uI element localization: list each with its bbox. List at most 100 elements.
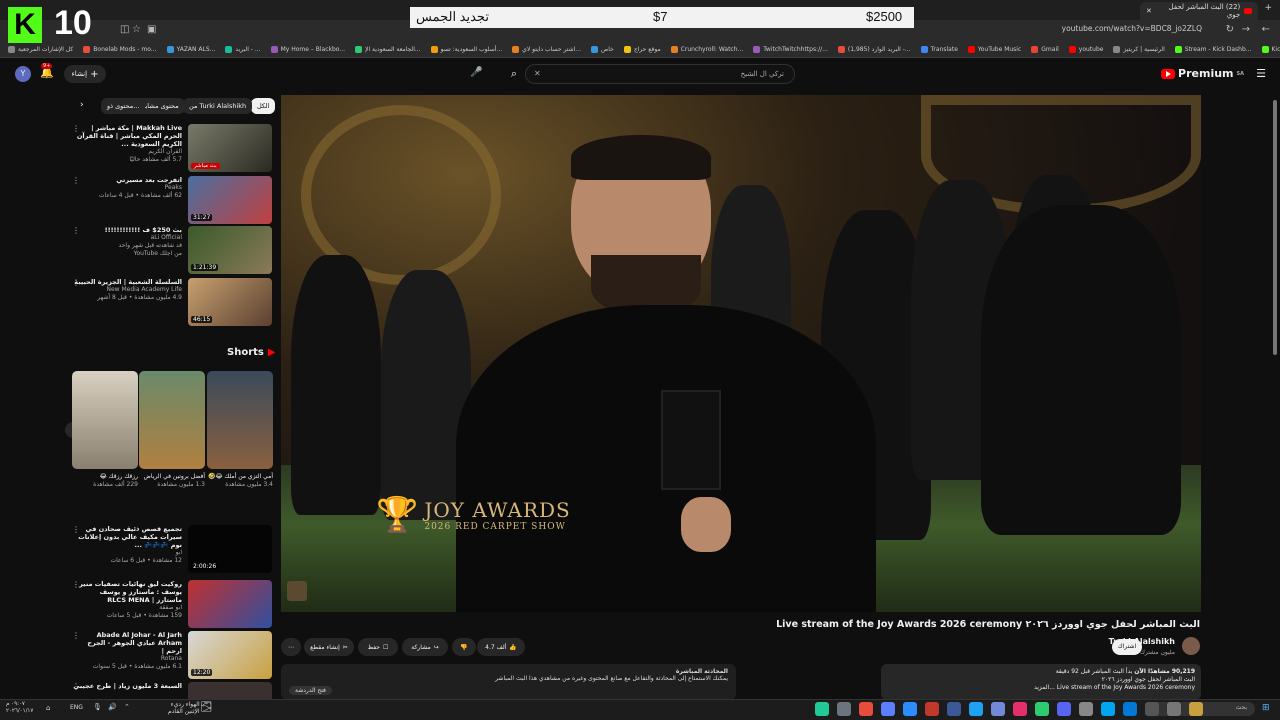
recommended-video[interactable]: بث مباشر Makkah Live | مكة مباشر | الحرم… <box>72 124 272 172</box>
more-options-icon[interactable]: ⋮ <box>72 580 80 589</box>
taskbar-app-icon[interactable] <box>925 702 939 716</box>
taskbar-app-icon[interactable] <box>1167 702 1181 716</box>
youtube-premium-logo[interactable]: Premium SA <box>1161 67 1244 80</box>
taskbar-app-icon[interactable] <box>1145 702 1159 716</box>
chip-similar[interactable]: محتوى ذو... <box>101 98 146 114</box>
bookmark-item[interactable]: TwitchTwitchhttps://... <box>753 46 828 53</box>
taskbar-app-icon[interactable] <box>1035 702 1049 716</box>
more-options-icon[interactable]: ⋮ <box>72 682 80 691</box>
open-chat-button[interactable]: فتح الدردشة <box>289 686 332 695</box>
taskbar-app-icon[interactable] <box>991 702 1005 716</box>
mic-tray-icon[interactable]: 🎙 <box>93 703 102 711</box>
bookmark-item[interactable]: موقع حراج <box>623 46 661 53</box>
channel-watermark-icon[interactable] <box>287 581 307 601</box>
taskbar-app-icon[interactable] <box>903 702 917 716</box>
bookmark-item[interactable]: (1,985) البريد الوارد -... <box>837 46 911 53</box>
subscribe-button[interactable]: اشتراك <box>1112 639 1142 655</box>
page-scrollbar[interactable] <box>1273 100 1277 355</box>
reload-icon[interactable]: ↻ <box>1226 24 1234 35</box>
recommended-video[interactable]: 12:20 Abade Al Johar - Al Jarh Arham عبا… <box>72 631 272 679</box>
bookmark-item[interactable]: Crunchyroll: Watch... <box>670 46 743 53</box>
taskbar-app-icon[interactable] <box>947 702 961 716</box>
tray-expand-icon[interactable]: ⌃ <box>124 703 130 711</box>
chips-next-icon[interactable]: › <box>80 100 84 110</box>
taskbar-app-icon[interactable] <box>1079 702 1093 716</box>
like-button[interactable]: 4.7 ألف 👍 <box>477 638 525 656</box>
search-icon[interactable]: ⌕ <box>504 64 524 84</box>
new-tab-button[interactable]: + <box>1264 3 1272 13</box>
more-options-icon[interactable]: ⋮ <box>72 176 80 185</box>
forward-icon[interactable]: → <box>1242 24 1250 35</box>
short-thumbnail[interactable] <box>207 371 273 469</box>
weather-widget[interactable]: الهواء رديء الإثنين القادم <box>168 701 200 715</box>
taskbar-app-icon[interactable] <box>1101 702 1115 716</box>
description-box[interactable]: 90,219 مشاهدًا الآن بدأ البث المباشر قبل… <box>881 664 1201 700</box>
bookmark-item[interactable]: البريد - ... <box>225 46 261 53</box>
bookmark-item[interactable]: youtube <box>1068 46 1103 53</box>
share-button[interactable]: مشاركة ↪ <box>402 638 448 656</box>
taskbar-app-icon[interactable] <box>1189 702 1203 716</box>
taskbar-app-icon[interactable] <box>859 702 873 716</box>
chip-from-channel[interactable]: من Turki Alalshikh <box>183 98 253 114</box>
bookmark-item[interactable]: Bonelab Mods - mo... <box>83 46 157 53</box>
bookmark-item[interactable]: كل الإشارات المرجعية <box>8 46 73 53</box>
bookmark-item[interactable]: الجامعة السعودية الإ... <box>355 46 421 53</box>
screen-icon[interactable]: ▣ <box>147 24 156 35</box>
bookmark-item[interactable]: Translate <box>920 46 958 53</box>
menu-icon[interactable]: ☰ <box>1256 67 1266 80</box>
more-actions-button[interactable]: ⋯ <box>281 638 301 656</box>
microphone-icon[interactable]: 🎤 <box>470 67 482 78</box>
clip-button[interactable]: إنشاء مقطع ✂ <box>304 638 354 656</box>
avatar[interactable]: Y <box>15 66 31 82</box>
speaker-icon[interactable]: 🔊 <box>108 703 117 711</box>
browser-tab-active[interactable]: (22) البث المباشر لحفل جوي ✕ <box>1140 2 1258 20</box>
bookmark-item[interactable]: YouTube Music <box>967 46 1021 53</box>
bookmark-item[interactable]: My Home – Blackbo... <box>270 46 345 53</box>
save-button[interactable]: حفظ ☐ <box>358 638 398 656</box>
language-indicator[interactable]: ENG <box>70 704 83 711</box>
bookmark-star-icon[interactable]: ☆ <box>132 24 141 35</box>
chip-all[interactable]: الكل <box>251 98 276 114</box>
more-options-icon[interactable]: ⋮ <box>72 525 80 534</box>
video-player[interactable]: 🏆 JOY AWARDS 2026 RED CARPET SHOW <box>281 95 1201 612</box>
clear-search-icon[interactable]: ✕ <box>534 69 541 78</box>
more-options-icon[interactable]: ⋮ <box>72 124 80 133</box>
short-thumbnail[interactable] <box>72 371 138 469</box>
bookmark-item[interactable]: Gmail <box>1031 46 1059 53</box>
taskbar-app-icon[interactable] <box>815 702 829 716</box>
recommended-video[interactable]: 1:21:39 بث 250$ ف !!!!!!!!!!!! aLi Offici… <box>72 226 272 274</box>
bookmark-item[interactable]: Stream - Kick Dashb... <box>1174 46 1252 53</box>
more-options-icon[interactable]: ⋮ <box>72 278 80 287</box>
extension-icon[interactable]: ◫ <box>120 24 129 35</box>
short-thumbnail[interactable] <box>139 371 205 469</box>
dislike-button[interactable]: 👎 <box>452 638 476 656</box>
bookmark-item[interactable]: YAZAN ALS... <box>166 46 215 53</box>
channel-avatar[interactable] <box>1182 637 1200 655</box>
taskbar-app-icon[interactable] <box>1013 702 1027 716</box>
search-input[interactable]: تركي ال الشيخ ✕ <box>525 64 795 84</box>
url-field[interactable]: youtube.com/watch?v=BDC8_jo2ZLQ <box>1062 24 1202 33</box>
taskbar-app-icon[interactable] <box>837 702 851 716</box>
bookmark-item[interactable]: أسلوب السعودية: تسو... <box>430 46 502 53</box>
taskbar-app-icon[interactable] <box>1057 702 1071 716</box>
taskbar-app-icon[interactable] <box>1123 702 1137 716</box>
recommended-video[interactable]: روكيت ليق نهائيات تصفيات منير يوسف : ماس… <box>72 580 272 628</box>
more-options-icon[interactable]: ⋮ <box>72 226 80 235</box>
recommended-video[interactable]: 31:27 اتفرجت بعد مسيرتي Peaks 62 ألف مشاهد… <box>72 176 272 224</box>
create-button[interactable]: إنشاء + <box>64 65 106 83</box>
recommended-video[interactable]: السبعة 3 مليون زياد | طرح عجيبي ⋮ <box>72 682 272 699</box>
recommended-video[interactable]: 46:15 السلسلة الشعبية | الجزيرة الحبيبة N… <box>72 278 272 326</box>
back-icon[interactable]: ← <box>1262 24 1270 35</box>
taskbar-app-icon[interactable] <box>881 702 895 716</box>
bookmark-item[interactable]: خاص <box>591 46 614 53</box>
more-options-icon[interactable]: ⋮ <box>72 631 80 640</box>
bookmark-item[interactable]: الرئيسية | كريتيز <box>1113 46 1165 53</box>
windows-start-icon[interactable]: ⊞ <box>1262 703 1270 713</box>
bookmark-item[interactable]: Kick <box>1261 46 1280 53</box>
notification-icon[interactable]: ⌂ <box>46 704 50 712</box>
recommended-video[interactable]: 2:00:26 تجميع قصص ذئيف صحادن في سيرات مك… <box>72 525 272 573</box>
bookmark-item[interactable]: اشتر حساب دايتو لاي... <box>512 46 581 53</box>
taskbar-app-icon[interactable] <box>969 702 983 716</box>
close-tab-icon[interactable]: ✕ <box>1146 7 1152 15</box>
taskbar-clock[interactable]: ٠٩:٠٧ م ٢٠٢٦/٠١/١٧ <box>6 701 33 715</box>
